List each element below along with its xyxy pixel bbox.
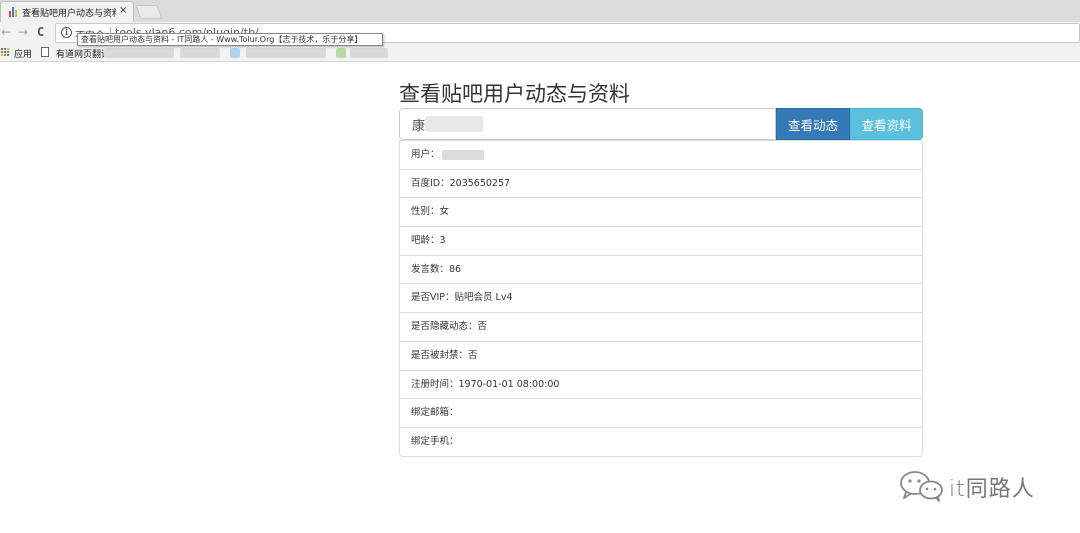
page-title: 查看贴吧用户动态与资料 xyxy=(399,82,630,106)
new-tab-button[interactable] xyxy=(135,5,163,19)
watermark-text: it同路人 xyxy=(949,477,1035,502)
wechat-icon xyxy=(900,471,943,502)
apps-grid-icon[interactable] xyxy=(1,48,10,57)
info-row-gender: 性别：女 xyxy=(400,197,922,226)
info-label: 性别： xyxy=(411,206,440,218)
info-label: 吧龄： xyxy=(411,235,440,247)
blurred-bookmark[interactable] xyxy=(230,48,240,58)
info-row-hidden-dynamics: 是否隐藏动态：否 xyxy=(400,312,922,341)
profile-info-list: 用户： 百度ID：2035650257 性别：女 吧龄：3 发言数：86 是否V… xyxy=(399,140,923,457)
info-label: 注册时间： xyxy=(411,378,459,390)
info-row-bar-age: 吧龄：3 xyxy=(400,226,922,255)
info-row-email: 绑定邮箱： xyxy=(400,398,922,427)
info-label: 绑定手机： xyxy=(411,435,459,447)
info-row-baidu-id: 百度ID：2035650257 xyxy=(400,168,922,198)
tab-title: 查看贴吧用户动态与资料 xyxy=(22,9,116,19)
info-row-user: 用户： xyxy=(400,140,922,169)
blurred-bookmark[interactable] xyxy=(336,48,346,58)
blurred-bookmark[interactable] xyxy=(180,48,220,58)
input-blur-mask xyxy=(425,116,483,132)
browser-tab-bar: 查看贴吧用户动态与资料 × xyxy=(0,0,1080,22)
page-icon xyxy=(41,47,49,57)
tab-tooltip: 查看贴吧用户动态与资料 - IT同路人 - Www.Tolur.Org【志于技术… xyxy=(77,33,383,46)
blurred-bookmark[interactable] xyxy=(350,48,388,58)
info-row-post-count: 发言数：86 xyxy=(400,254,922,284)
info-label: 用户： xyxy=(411,149,440,160)
browser-tab[interactable]: 查看贴吧用户动态与资料 × xyxy=(0,1,134,22)
info-row-phone: 绑定手机： xyxy=(400,426,922,456)
blurred-bookmark[interactable] xyxy=(246,48,326,58)
info-value: 否 xyxy=(477,321,488,333)
search-group: 查看动态 查看资料 xyxy=(399,108,923,140)
info-value: 2035650257 xyxy=(449,177,511,189)
tab-close-icon[interactable]: × xyxy=(119,5,127,16)
info-label: 是否VIP： xyxy=(411,292,455,304)
bookmarks-bar: 应用 有道网页翻译 xyxy=(0,44,1080,62)
view-dynamics-button[interactable]: 查看动态 xyxy=(776,108,850,140)
watermark: it同路人 xyxy=(898,469,1058,503)
back-arrow-icon[interactable]: ← xyxy=(1,25,11,39)
site-favicon-icon xyxy=(9,7,17,17)
info-row-banned: 是否被封禁：否 xyxy=(400,340,922,370)
blurred-bookmark[interactable] xyxy=(104,48,174,58)
info-value: 女 xyxy=(439,206,450,218)
info-value: 3 xyxy=(439,235,446,247)
info-row-register-time: 注册时间：1970-01-01 08:00:00 xyxy=(400,369,922,399)
info-label: 是否被封禁： xyxy=(411,349,469,361)
info-icon[interactable]: i xyxy=(61,27,72,38)
bookmark-youdao[interactable]: 有道网页翻译 xyxy=(56,47,104,60)
view-profile-button[interactable]: 查看资料 xyxy=(850,108,923,140)
info-label: 绑定邮箱： xyxy=(411,407,459,419)
info-label: 发言数： xyxy=(411,263,450,275)
info-value: 否 xyxy=(468,349,478,361)
info-value: 1970-01-01 08:00:00 xyxy=(458,378,560,390)
info-label: 是否隐藏动态： xyxy=(411,321,478,333)
info-label: 百度ID： xyxy=(411,177,450,189)
username-blur-mask xyxy=(441,149,484,160)
forward-arrow-icon[interactable]: → xyxy=(18,25,28,39)
bookmark-apps[interactable]: 应用 xyxy=(14,47,32,60)
info-row-vip: 是否VIP：贴吧会员 Lv4 xyxy=(400,283,922,312)
reload-icon[interactable]: C xyxy=(37,25,44,39)
info-value: 86 xyxy=(449,263,462,275)
info-value: 贴吧会员 Lv4 xyxy=(454,292,513,304)
